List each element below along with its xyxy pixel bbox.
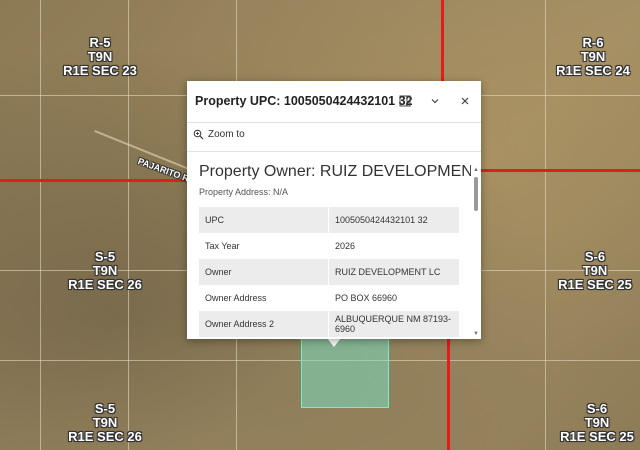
attribute-key: Tax Year: [199, 233, 329, 259]
section-label-line: T9N: [584, 415, 610, 430]
section-label-line: R1E SEC 23: [63, 63, 137, 78]
section-label-line: R1E SEC 26: [68, 277, 142, 292]
owner-heading: Property Owner: RUIZ DEVELOPMENT LC: [199, 163, 471, 180]
section-label: R-5 T9N R1E SEC 23: [60, 36, 140, 78]
table-row: Tax Year 2026: [199, 233, 459, 259]
attribute-key: Owner Address: [199, 285, 329, 311]
dock-icon: [399, 95, 411, 107]
property-popup: Property UPC: 1005050424432101 32 Zoom t…: [187, 81, 481, 339]
section-label-line: R1E SEC 26: [68, 429, 142, 444]
section-label-line: S-6: [586, 401, 608, 416]
section-label: S-5 T9N R1E SEC 26: [64, 402, 146, 444]
table-row: UPC 1005050424432101 32: [199, 207, 459, 233]
section-label-line: T9N: [92, 263, 118, 278]
popup-content: Property Owner: RUIZ DEVELOPMENT LC Prop…: [187, 151, 471, 339]
property-address: Property Address: N/A: [199, 187, 289, 197]
scroll-down-icon[interactable]: ▼: [473, 331, 479, 337]
dock-button[interactable]: [395, 91, 415, 111]
section-label-line: R-5: [89, 35, 111, 50]
section-label-line: T9N: [582, 263, 608, 278]
attribute-table: UPC 1005050424432101 32 Tax Year 2026 Ow…: [199, 207, 459, 337]
selected-parcel[interactable]: [301, 338, 389, 408]
close-button[interactable]: [455, 91, 475, 111]
table-row: Owner RUIZ DEVELOPMENT LC: [199, 259, 459, 285]
table-row: Owner Address 2 ALBUQUERQUE NM 87193-696…: [199, 311, 459, 337]
attribute-key: Owner: [199, 259, 329, 285]
section-label-line: R1E SEC 25: [560, 429, 634, 444]
section-label: R-6 T9N R1E SEC 24: [552, 36, 634, 78]
section-label-line: R-6: [582, 35, 604, 50]
section-line: [441, 0, 444, 81]
section-label-line: S-6: [584, 249, 606, 264]
zoom-in-icon: [193, 129, 204, 140]
section-label-line: T9N: [580, 49, 606, 64]
scroll-up-icon[interactable]: ▲: [473, 167, 479, 173]
popup-header: Property UPC: 1005050424432101 32: [187, 81, 481, 121]
attribute-value: 2026: [335, 241, 356, 251]
attribute-key: Owner Address 2: [199, 311, 329, 337]
section-label: S-5 T9N R1E SEC 26: [64, 250, 146, 292]
collapse-button[interactable]: [425, 91, 445, 111]
section-line: [0, 179, 187, 182]
popup-actions: Zoom to: [187, 122, 481, 152]
parcel-line: [40, 0, 41, 450]
table-row: Owner Address PO BOX 66960: [199, 285, 459, 311]
popup-title: Property UPC: 1005050424432101 32: [195, 94, 413, 108]
zoom-to-label: Zoom to: [208, 129, 245, 140]
zoom-to-button[interactable]: Zoom to: [193, 129, 245, 140]
section-label-line: R1E SEC 24: [556, 63, 630, 78]
section-label: S-6 T9N R1E SEC 25: [556, 402, 638, 444]
section-label: S-6 T9N R1E SEC 25: [554, 250, 636, 292]
attribute-key: UPC: [199, 207, 329, 233]
section-label-line: T9N: [87, 49, 113, 64]
section-label-line: S-5: [94, 249, 116, 264]
attribute-value: PO BOX 66960: [335, 293, 398, 303]
section-line: [447, 339, 450, 450]
section-label-line: S-5: [94, 401, 116, 416]
scroll-thumb[interactable]: [474, 177, 478, 211]
attribute-value: 1005050424432101 32: [328, 207, 459, 233]
section-label-line: R1E SEC 25: [558, 277, 632, 292]
popup-pointer: [327, 338, 341, 347]
chevron-down-icon: [431, 99, 439, 104]
section-line: [481, 169, 640, 172]
parcel-line: [545, 0, 546, 450]
popup-scrollbar[interactable]: ▲ ▼: [473, 167, 479, 337]
close-icon: [461, 97, 469, 105]
section-label-line: T9N: [92, 415, 118, 430]
attribute-value: RUIZ DEVELOPMENT LC: [328, 259, 459, 285]
attribute-value: ALBUQUERQUE NM 87193-6960: [328, 311, 459, 337]
